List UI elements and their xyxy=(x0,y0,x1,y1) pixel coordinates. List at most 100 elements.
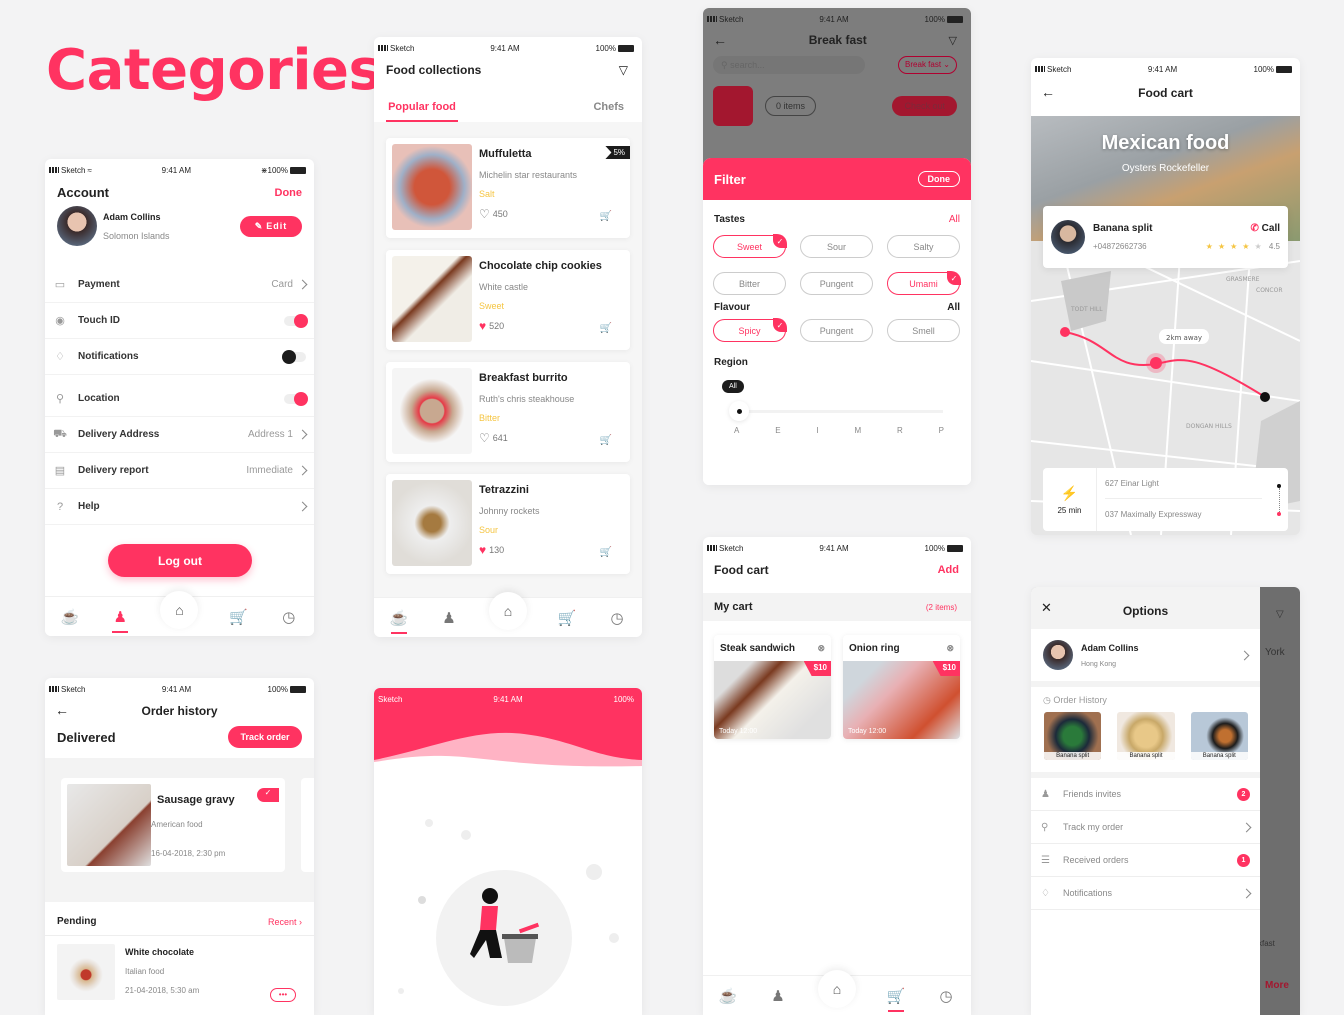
filter-chip[interactable]: Umami ✓ xyxy=(887,271,961,295)
toggle-switch[interactable] xyxy=(284,313,308,328)
food-image xyxy=(392,480,472,566)
filter-chip[interactable]: Pungent xyxy=(800,319,873,342)
filter-chip[interactable]: Sour xyxy=(800,235,873,258)
tab-home-icon[interactable]: ⌂ xyxy=(160,590,199,629)
battery-icon xyxy=(946,15,963,23)
tab-profile-icon[interactable]: ♟ xyxy=(439,608,459,628)
tab-cart-icon[interactable]: 🛒 xyxy=(886,986,906,1012)
filter-chip[interactable]: Smell xyxy=(887,319,960,342)
filter-chip[interactable]: Sweet ✓ xyxy=(713,234,787,258)
setting-row[interactable]: ♢ Notifications xyxy=(45,339,314,375)
flavour-all-button[interactable]: All xyxy=(947,302,960,313)
search-input[interactable]: ⚲ search... xyxy=(713,56,865,74)
track-order-button[interactable]: Track order xyxy=(228,726,302,748)
history-thumbnail[interactable]: Banana split xyxy=(1044,712,1102,760)
tab-chefs[interactable]: Chefs xyxy=(593,101,624,122)
toggle-switch[interactable] xyxy=(284,391,308,406)
items-count-button[interactable]: 0 items xyxy=(765,96,817,116)
filter-chip[interactable]: Bitter xyxy=(713,272,786,295)
setting-row[interactable]: ? Help xyxy=(45,489,314,525)
back-arrow-icon[interactable]: ← xyxy=(1041,84,1055,100)
logout-button[interactable]: Log out xyxy=(108,544,252,577)
filter-chip[interactable]: Salty xyxy=(887,235,960,258)
tab-cart-icon[interactable]: 🛒 xyxy=(557,608,577,628)
done-button[interactable]: Done xyxy=(275,187,303,199)
profile-row[interactable]: Adam Collins Hong Kong xyxy=(1031,629,1260,681)
tastes-all-button[interactable]: All xyxy=(949,214,960,225)
tab-food-bowl-icon[interactable]: ☕ xyxy=(718,986,738,1006)
filter-chip[interactable]: Pungent xyxy=(800,272,873,295)
tab-home-icon[interactable]: ⌂ xyxy=(489,591,527,630)
phone-icon: ✆ xyxy=(1250,223,1259,234)
carrier: Sketch xyxy=(390,43,415,53)
setting-row[interactable]: ◉ Touch ID xyxy=(45,303,314,339)
remove-icon[interactable]: ⊗ xyxy=(817,643,825,654)
tab-popular-food[interactable]: Popular food xyxy=(386,101,458,122)
setting-row[interactable]: ▤ Delivery report Immediate xyxy=(45,453,314,489)
filter-done-button[interactable]: Done xyxy=(917,171,960,187)
history-thumbnail[interactable]: Banana split xyxy=(1117,712,1175,760)
category-dropdown[interactable]: Break fast ⌄ xyxy=(898,56,957,74)
food-card[interactable]: Chocolate chip cookies White castle Swee… xyxy=(386,250,630,350)
filter-chip[interactable]: Spicy ✓ xyxy=(713,318,787,342)
edit-button[interactable]: ✎ Edit xyxy=(240,215,302,237)
order-history-label: Order History xyxy=(1053,695,1107,705)
back-arrow-icon[interactable]: ← xyxy=(713,32,727,48)
tab-profile-icon[interactable]: ♟ xyxy=(768,986,788,1006)
delivered-card[interactable]: Sausage gravy American food 16-04-2018, … xyxy=(61,778,285,872)
tab-profile-icon[interactable]: ♟ xyxy=(110,607,130,633)
tab-clock-icon[interactable]: ◷ xyxy=(279,607,299,627)
pending-item[interactable]: White chocolate Italian food 21-04-2018,… xyxy=(45,936,314,1008)
my-cart-heading: My cart xyxy=(714,601,753,613)
filter-title: Filter xyxy=(714,171,746,187)
add-to-cart-icon[interactable]: 🛒 xyxy=(600,547,612,558)
heart-icon[interactable]: ♥ xyxy=(479,543,486,557)
options-menu-item[interactable]: ⚲ Track my order xyxy=(1031,811,1260,844)
more-options-button[interactable]: ••• xyxy=(270,988,296,1002)
tab-food-bowl-icon[interactable]: ☕ xyxy=(60,607,80,627)
delivered-heading: Delivered xyxy=(57,729,116,745)
tab-home-icon[interactable]: ⌂ xyxy=(818,969,856,1008)
heart-icon[interactable]: ♡ xyxy=(479,207,490,221)
tab-clock-icon[interactable]: ◷ xyxy=(607,608,627,628)
remove-icon[interactable]: ⊗ xyxy=(946,643,954,654)
filter-icon[interactable]: ▽ xyxy=(619,63,628,77)
tastes-label: Tastes xyxy=(714,214,745,225)
setting-row[interactable]: ⚲ Location xyxy=(45,381,314,417)
add-to-cart-icon[interactable]: 🛒 xyxy=(600,435,612,446)
back-arrow-icon[interactable]: ← xyxy=(55,702,69,718)
account-screen: Sketch ≈ 9:41 AM ⋇100% Account Done Adam … xyxy=(45,159,314,636)
options-menu-item[interactable]: ☰ Received orders 1 xyxy=(1031,844,1260,877)
heart-icon[interactable]: ♥ xyxy=(479,319,486,333)
checkout-button[interactable]: Check out xyxy=(892,96,957,116)
tab-cart-icon[interactable]: 🛒 xyxy=(229,607,249,627)
setting-row[interactable]: ▭ Payment Card xyxy=(45,267,314,303)
heart-icon[interactable]: ♡ xyxy=(479,431,490,445)
close-icon[interactable]: ✕ xyxy=(1041,600,1052,616)
cart-item-card[interactable]: Onion ring ⊗ $10 Today 12:00 xyxy=(843,635,960,739)
toggle-switch[interactable] xyxy=(282,349,306,364)
slider-track xyxy=(739,410,943,413)
cart-item-card[interactable]: Steak sandwich ⊗ $10 Today 12:00 xyxy=(714,635,831,739)
call-button[interactable]: ✆ Call xyxy=(1250,223,1280,234)
options-menu-item[interactable]: ♟ Friends invites 2 xyxy=(1031,778,1260,811)
options-menu-item[interactable]: ♢ Notifications xyxy=(1031,877,1260,910)
food-card[interactable]: Breakfast burrito Ruth's chris steakhous… xyxy=(386,362,630,462)
map-label: CONCOR xyxy=(1256,287,1282,294)
fingerprint-icon: ◉ xyxy=(55,315,65,327)
history-thumbnail[interactable]: Banana split xyxy=(1190,712,1248,760)
food-card[interactable]: Tetrazzini Johnny rockets Sour ♥ 130 🛒 xyxy=(386,474,630,574)
add-button[interactable]: Add xyxy=(938,564,959,576)
add-to-cart-icon[interactable]: 🛒 xyxy=(600,211,612,222)
setting-row[interactable]: ⛟ Delivery Address Address 1 xyxy=(45,417,314,453)
add-to-cart-icon[interactable]: 🛒 xyxy=(600,323,612,334)
count-badge: 1 xyxy=(1237,853,1250,867)
tab-food-bowl-icon[interactable]: ☕ xyxy=(389,608,409,634)
food-card[interactable]: Muffuletta Michelin star restaurants Sal… xyxy=(386,138,630,238)
food-source: Johnny rockets xyxy=(479,506,540,516)
slider-thumb[interactable] xyxy=(729,401,749,421)
region-slider[interactable]: All A E I M R P xyxy=(703,368,971,448)
tab-clock-icon[interactable]: ◷ xyxy=(936,986,956,1006)
recent-link[interactable]: Recent › xyxy=(268,917,302,927)
filter-icon[interactable]: ▽ xyxy=(949,34,957,47)
